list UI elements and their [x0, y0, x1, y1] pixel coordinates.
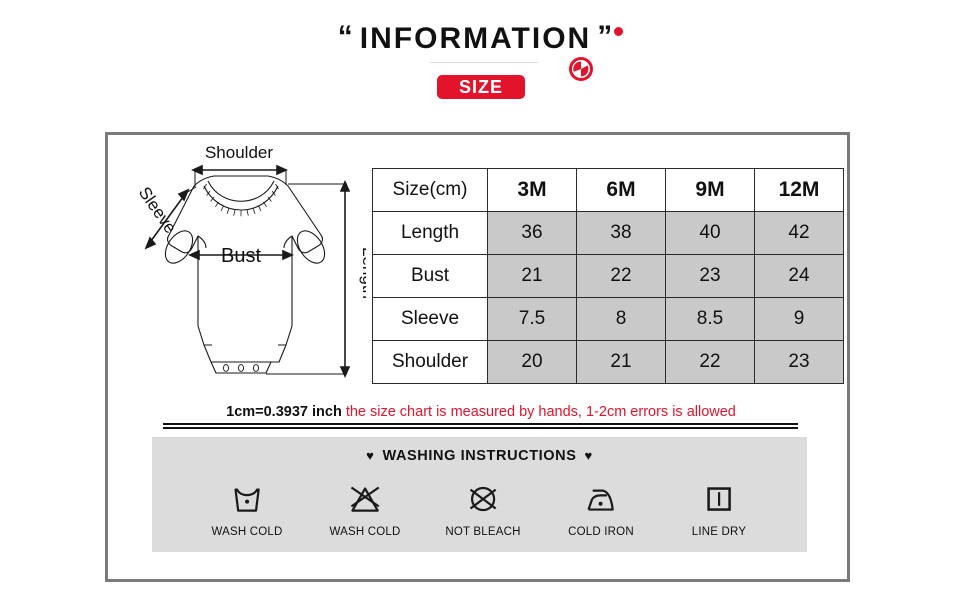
cell-length-3m: 36	[487, 211, 577, 255]
washing-label-4: COLD IRON	[568, 526, 634, 538]
washing-item-line-dry: LINE DRY	[660, 477, 778, 538]
size-badge: SIZE	[437, 75, 525, 99]
table-header-row: Size(cm) 3M 6M 9M 12M	[372, 168, 844, 212]
washing-label-2: WASH COLD	[329, 526, 401, 538]
washing-instructions-title: ♥ WASHING INSTRUCTIONS ♥	[152, 448, 807, 464]
cell-sleeve-9m: 8.5	[665, 297, 755, 341]
washing-item-wash-cold-tub: WASH COLD	[188, 477, 306, 538]
washing-item-not-bleach-circle: NOT BLEACH	[424, 477, 542, 538]
cell-sleeve-3m: 7.5	[487, 297, 577, 341]
washing-item-cold-iron: COLD IRON	[542, 477, 660, 538]
cell-length-12m: 42	[754, 211, 844, 255]
table-row: Sleeve 7.5 8 8.5 9	[372, 297, 844, 341]
no-dryclean-circle-icon	[469, 486, 497, 512]
page-title: “INFORMATION”	[0, 20, 960, 56]
table-header-6m: 6M	[576, 168, 666, 212]
cell-shoulder-6m: 21	[576, 340, 666, 384]
iron-one-dot-icon	[587, 489, 614, 511]
table-row: Bust 21 22 23 24	[372, 254, 844, 298]
cell-length-9m: 40	[665, 211, 755, 255]
heart-icon-left: ♥	[366, 448, 375, 463]
baby-bodysuit-diagram: Shoulder Bust Sleeve Length	[135, 143, 366, 378]
table-header-12m: 12M	[754, 168, 844, 212]
cell-shoulder-12m: 23	[754, 340, 844, 384]
clock-circle-icon	[569, 57, 593, 81]
table-row: Length 36 38 40 42	[372, 211, 844, 255]
table-header-size: Size(cm)	[372, 168, 488, 212]
cell-bust-3m: 21	[487, 254, 577, 298]
red-dot-icon	[614, 27, 624, 36]
line-dry-square-icon	[707, 487, 731, 511]
cell-bust-9m: 23	[665, 254, 755, 298]
washing-label-3: NOT BLEACH	[445, 526, 521, 538]
wash-tub-one-dot-icon	[234, 488, 260, 512]
washing-label-5: LINE DRY	[691, 526, 747, 538]
size-chart-frame: Shoulder Bust Sleeve Length Size(cm) 3M …	[105, 132, 850, 582]
table-row: Shoulder 20 21 22 23	[372, 340, 844, 384]
washing-icon-list: WASH COLD WASH COLD NOT BLEACH COLD IRON…	[188, 477, 778, 538]
measurement-note: 1cm=0.3937 inch the size chart is measure…	[156, 403, 806, 421]
note-disclaimer: the size chart is measured by hands, 1-2…	[345, 404, 736, 420]
row-label-length: Length	[372, 211, 488, 255]
washing-instructions-section: ♥ WASHING INSTRUCTIONS ♥ WASH COLD WASH CO…	[152, 437, 807, 552]
cell-sleeve-6m: 8	[576, 297, 666, 341]
note-conversion: 1cm=0.3937 inch	[226, 404, 342, 420]
note-divider-top	[163, 423, 798, 425]
cell-sleeve-12m: 9	[754, 297, 844, 341]
table-header-9m: 9M	[665, 168, 755, 212]
heart-icon-right: ♥	[584, 448, 593, 463]
cell-bust-12m: 24	[754, 254, 844, 298]
diagram-label-bust: Bust	[221, 245, 261, 267]
open-quote-icon: “	[337, 20, 354, 53]
row-label-bust: Bust	[372, 254, 488, 298]
page-header: “INFORMATION” SIZE	[0, 0, 960, 120]
page-title-text: INFORMATION	[359, 22, 592, 55]
size-table: Size(cm) 3M 6M 9M 12M Length 36 38 40 42…	[372, 168, 844, 384]
row-label-shoulder: Shoulder	[372, 340, 488, 384]
cell-bust-6m: 22	[576, 254, 666, 298]
title-divider	[430, 62, 538, 63]
no-bleach-triangle-icon	[350, 486, 380, 512]
table-header-3m: 3M	[487, 168, 577, 212]
close-quote-icon: ”	[597, 20, 614, 53]
cell-length-6m: 38	[576, 211, 666, 255]
washing-item-no-bleach: WASH COLD	[306, 477, 424, 538]
diagram-label-shoulder: Shoulder	[205, 143, 273, 162]
row-label-sleeve: Sleeve	[372, 297, 488, 341]
washing-label-1: WASH COLD	[211, 526, 283, 538]
cell-shoulder-3m: 20	[487, 340, 577, 384]
washing-title-text: WASHING INSTRUCTIONS	[382, 448, 577, 464]
note-divider-bottom	[163, 427, 798, 429]
cell-shoulder-9m: 22	[665, 340, 755, 384]
diagram-label-length: Length	[359, 247, 366, 299]
